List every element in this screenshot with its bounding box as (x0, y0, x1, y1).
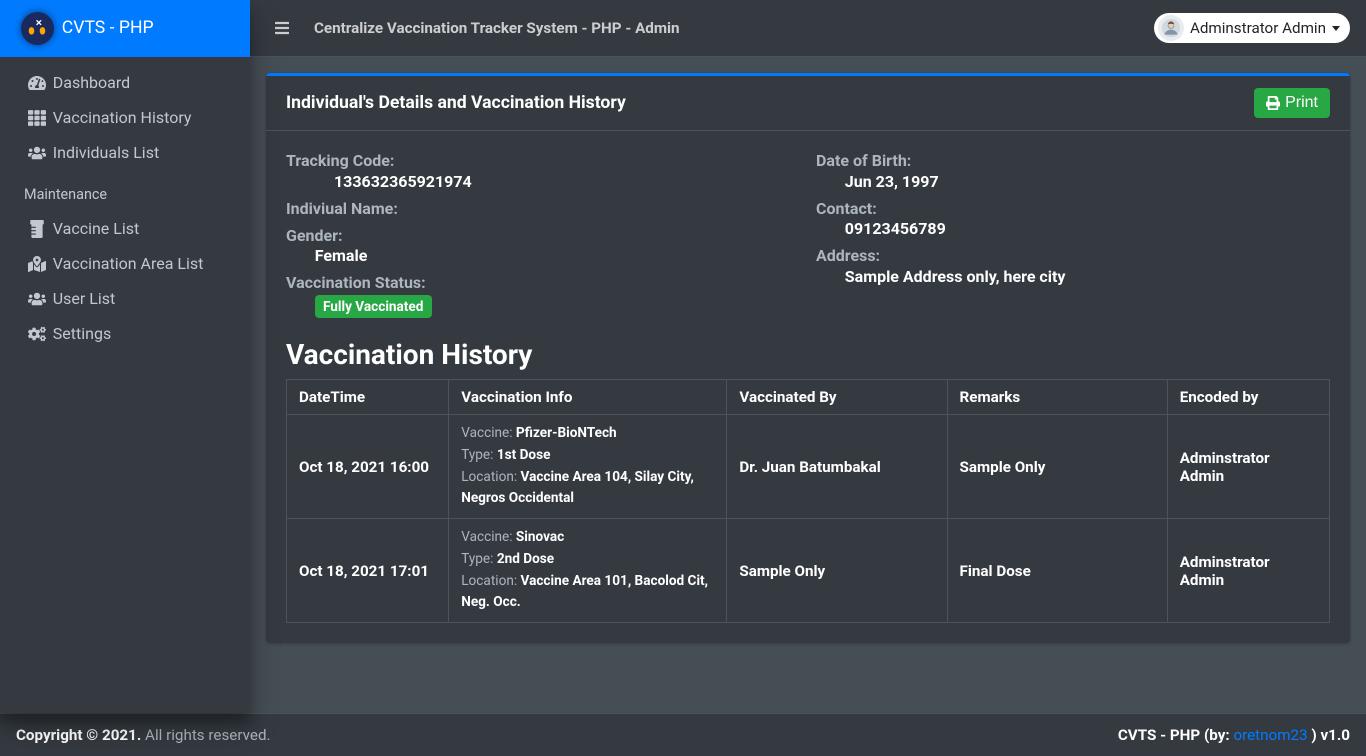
print-label: Print (1285, 94, 1318, 112)
sidebar-item-settings[interactable]: Settings (8, 316, 242, 351)
print-icon (1266, 96, 1280, 110)
cell-vinfo: Vaccine: SinovacType: 2nd DoseLocation: … (449, 519, 727, 623)
footer: Copyright © 2021. All rights reserved. C… (0, 713, 1366, 756)
sidebar-nav: Dashboard Vaccination History Individuals … (0, 65, 250, 351)
print-button[interactable]: Print (1254, 88, 1330, 118)
cell-by: Dr. Juan Batumbakal (727, 415, 947, 519)
footer-copyright-rest: All rights reserved. (141, 726, 270, 744)
cell-datetime: Oct 18, 2021 16:00 (287, 415, 449, 519)
card-title: Individual's Details and Vaccination His… (286, 93, 626, 113)
nav-label: Individuals List (53, 143, 159, 162)
footer-tail: ) v1.0 (1308, 726, 1350, 744)
dashboard-icon (24, 74, 50, 92)
brand-link[interactable]: CVTS - PHP (0, 0, 250, 57)
users-icon (24, 290, 50, 308)
name-label: Indiviual Name: (286, 199, 800, 218)
brand-logo-icon (21, 12, 54, 45)
sidebar-item-individuals-list[interactable]: Individuals List (8, 135, 242, 170)
nav-label: Dashboard (53, 73, 130, 92)
table-header: Remarks (947, 380, 1167, 415)
address-label: Address: (816, 246, 1330, 265)
sidebar-item-dashboard[interactable]: Dashboard (8, 65, 242, 100)
details-card: Individual's Details and Vaccination His… (266, 73, 1350, 643)
th-list-icon (24, 109, 50, 127)
status-label: Vaccination Status: (286, 273, 800, 292)
nav-label: User List (53, 289, 116, 308)
contact-value: 09123456789 (816, 219, 1330, 238)
user-name: Adminstrator Admin (1190, 19, 1326, 37)
sidebar: CVTS - PHP Dashboard Vaccination History I… (0, 0, 250, 713)
avatar-icon (1158, 15, 1184, 41)
cell-encoded: Adminstrator Admin (1167, 519, 1329, 623)
history-table: DateTimeVaccination InfoVaccinated ByRem… (286, 379, 1330, 623)
user-menu[interactable]: Adminstrator Admin (1154, 13, 1350, 43)
nav-label: Vaccine List (53, 219, 139, 238)
nav-label: Vaccination History (53, 108, 192, 127)
navbar-title: Centralize Vaccination Tracker System - … (314, 19, 680, 37)
cell-by: Sample Only (727, 519, 947, 623)
footer-author-link[interactable]: oretnom23 (1233, 726, 1307, 744)
cell-remarks: Sample Only (947, 415, 1167, 519)
sidebar-item-vaccine-list[interactable]: Vaccine List (8, 211, 242, 246)
cell-encoded: Adminstrator Admin (1167, 415, 1329, 519)
menu-toggle-icon[interactable] (266, 12, 298, 44)
sidebar-item-vaccination-history[interactable]: Vaccination History (8, 100, 242, 135)
nav-header-maintenance: Maintenance (8, 178, 242, 211)
dob-value: Jun 23, 1997 (816, 172, 1330, 191)
prescription-icon (24, 220, 50, 238)
table-header: Encoded by (1167, 380, 1329, 415)
contact-label: Contact: (816, 199, 1330, 218)
cogs-icon (24, 325, 50, 343)
sidebar-item-vaccination-area-list[interactable]: Vaccination Area List (8, 246, 242, 281)
table-header: Vaccination Info (449, 380, 727, 415)
history-title: Vaccination History (286, 338, 1330, 371)
table-header: Vaccinated By (727, 380, 947, 415)
table-row: Oct 18, 2021 16:00Vaccine: Pfizer-BioNTe… (287, 415, 1330, 519)
tracking-value: 133632365921974 (286, 172, 800, 191)
nav-label: Settings (53, 324, 111, 343)
cell-remarks: Final Dose (947, 519, 1167, 623)
nav-label: Vaccination Area List (53, 254, 204, 273)
caret-down-icon (1332, 26, 1340, 31)
map-marked-icon (24, 255, 50, 273)
content-wrapper: Centralize Vaccination Tracker System - … (250, 0, 1366, 713)
footer-app: CVTS - PHP (by: (1118, 726, 1234, 744)
sidebar-item-user-list[interactable]: User List (8, 281, 242, 316)
status-badge: Fully Vaccinated (315, 295, 432, 318)
dob-label: Date of Birth: (816, 151, 1330, 170)
cell-vinfo: Vaccine: Pfizer-BioNTechType: 1st DoseLo… (449, 415, 727, 519)
tracking-label: Tracking Code: (286, 151, 800, 170)
table-header: DateTime (287, 380, 449, 415)
brand-text: CVTS - PHP (62, 15, 154, 41)
top-navbar: Centralize Vaccination Tracker System - … (250, 0, 1366, 57)
footer-copyright-strong: Copyright © 2021. (16, 726, 141, 744)
cell-datetime: Oct 18, 2021 17:01 (287, 519, 449, 623)
users-icon (24, 144, 50, 162)
address-value: Sample Address only, here city (816, 267, 1330, 286)
table-row: Oct 18, 2021 17:01Vaccine: SinovacType: … (287, 519, 1330, 623)
gender-value: Female (286, 246, 800, 265)
gender-label: Gender: (286, 226, 800, 245)
